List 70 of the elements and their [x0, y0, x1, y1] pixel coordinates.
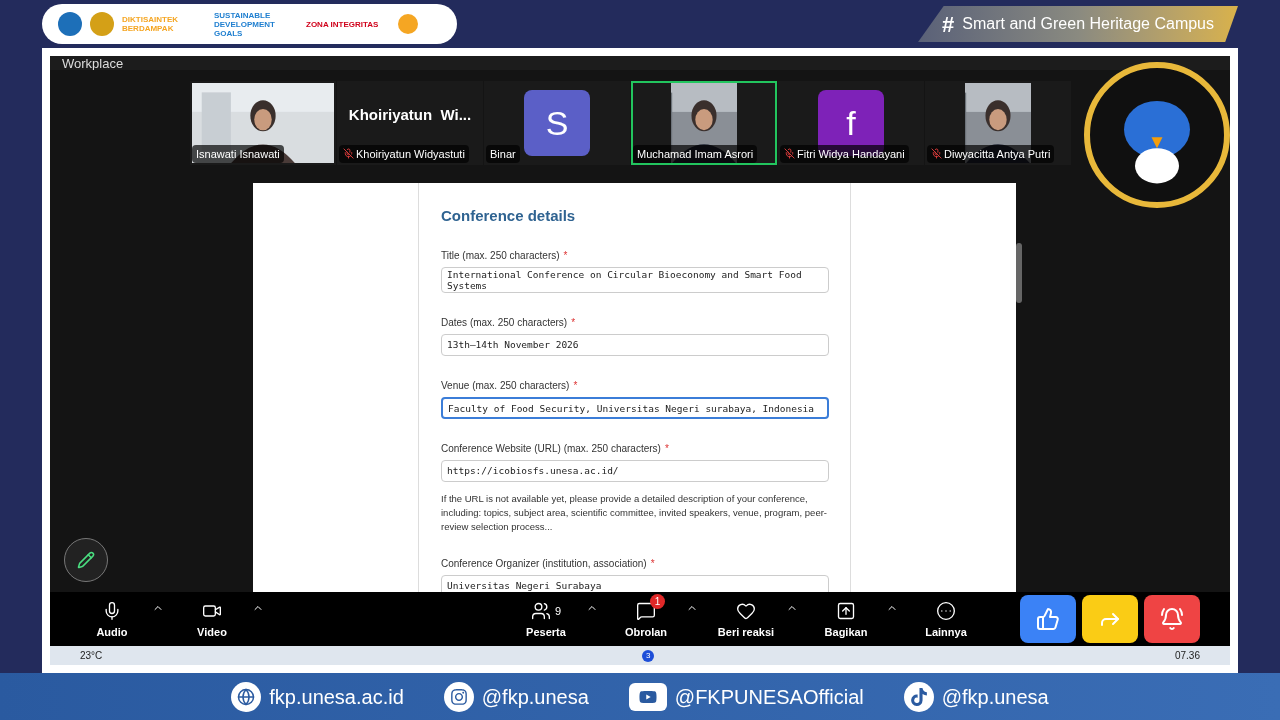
emblem-icon	[58, 12, 82, 36]
section-heading: Conference details	[441, 206, 577, 226]
participant-tile[interactable]: Isnawati Isnawati	[190, 81, 336, 165]
contact-text: @fkp.unesa	[941, 684, 1049, 710]
toolbar-button[interactable]: Lainnya	[914, 597, 978, 641]
required-mark: *	[563, 248, 568, 263]
text-field[interactable]: https://icobiosfs.unesa.ac.id/	[441, 459, 829, 482]
toolbar-button[interactable]: Bagikan	[814, 597, 878, 641]
annotate-button[interactable]	[64, 538, 108, 582]
logo-text: SUSTAINABLE DEVELOPMENT GOALS	[214, 10, 276, 38]
required-mark: *	[571, 315, 576, 330]
chat-icon	[636, 600, 656, 621]
window-title: Workplace	[62, 57, 124, 70]
alarm-button[interactable]	[1144, 595, 1200, 643]
participant-tile[interactable]: S Binar	[484, 81, 630, 165]
hash-symbol: #	[942, 10, 955, 39]
text-field[interactable]: Faculty of Food Security, Universitas Negeri surabaya, Indonesia	[441, 396, 829, 419]
weather-text: 23°C	[80, 649, 103, 663]
participant-name: Muchamad Imam Asrori	[637, 146, 754, 162]
people-icon	[530, 600, 551, 621]
forward-button[interactable]	[1082, 595, 1138, 643]
required-mark: *	[573, 378, 578, 393]
participant-name: Isnawati Isnawati	[196, 146, 280, 162]
contact-text: @fkp.unesa	[481, 684, 589, 710]
tagline-text: Smart and Green Heritage Campus	[962, 14, 1214, 34]
like-button[interactable]	[1020, 595, 1076, 643]
toolbar-button[interactable]: Video	[180, 597, 244, 641]
participant-display-name: Khoiriyatun Wi...	[348, 104, 472, 125]
participant-name: Diwyacitta Antya Putri	[944, 146, 1051, 162]
text-field[interactable]: 13th–14th November 2026	[441, 333, 829, 356]
participant-tile[interactable]: Khoiriyatun Wi... Khoiriyatun Widyastuti	[337, 81, 483, 165]
scrollbar-thumb[interactable]	[1016, 243, 1022, 303]
tiktok-icon	[903, 681, 934, 712]
toolbar-button[interactable]: 9 Peserta	[514, 597, 578, 641]
field-label: Venue (max. 250 characters)	[441, 378, 570, 393]
notification-badge: 1	[650, 593, 665, 609]
pencil-icon	[77, 551, 95, 569]
toolbar-button[interactable]: Audio	[80, 597, 144, 641]
participant-tile[interactable]: Diwyacitta Antya Putri	[925, 81, 1071, 165]
more-icon	[936, 600, 956, 621]
toolbar-button[interactable]: Beri reaksi	[714, 597, 778, 641]
help-text: If the URL is not available yet, please provide a detailed description of your conference, including: topics, subject area, scientific committee, invited speakers, venue, program, peer-review selection process...	[441, 491, 828, 534]
field-label: Title (max. 250 characters)	[441, 248, 560, 263]
participant-count: 9	[554, 603, 562, 619]
logo-text: ZONA INTEGRITAS	[306, 19, 380, 29]
contact-text: fkp.unesa.ac.id	[269, 684, 404, 710]
text-field[interactable]: International Conference on Circular Bioeconomy and Smart Food Systems	[441, 266, 829, 293]
like-icon	[1036, 607, 1060, 631]
required-mark: *	[650, 556, 655, 571]
field-label: Dates (max. 250 characters)	[441, 315, 568, 330]
emblem-icon	[90, 12, 114, 36]
participant-name: Khoiriyatun Widyastuti	[356, 146, 465, 162]
app-badge: 3	[642, 649, 655, 662]
alarm-icon	[1160, 607, 1184, 631]
required-mark: *	[664, 441, 669, 456]
globe-icon	[231, 681, 262, 712]
instagram-icon	[443, 681, 474, 712]
emblem-icon	[398, 14, 418, 34]
youtube-icon	[628, 682, 667, 711]
field-label: Conference Website (URL) (max. 250 characters)	[441, 441, 661, 456]
logo-text: DIKTISAINTEK BERDAMPAK	[122, 15, 179, 33]
participant-name: Fitri Widya Handayani	[797, 146, 905, 162]
field-label: Conference Organizer (institution, association)	[441, 556, 647, 571]
clock-text: 07.36	[1174, 649, 1200, 663]
avatar-initial: S	[524, 90, 590, 156]
participant-tile[interactable]: f Fitri Widya Handayani	[778, 81, 924, 165]
contact-text: @FKPUNESAOfficial	[674, 684, 864, 710]
share-icon	[836, 600, 856, 621]
participant-name: Binar	[490, 146, 516, 162]
participant-tile[interactable]: Muchamad Imam Asrori	[631, 81, 777, 165]
